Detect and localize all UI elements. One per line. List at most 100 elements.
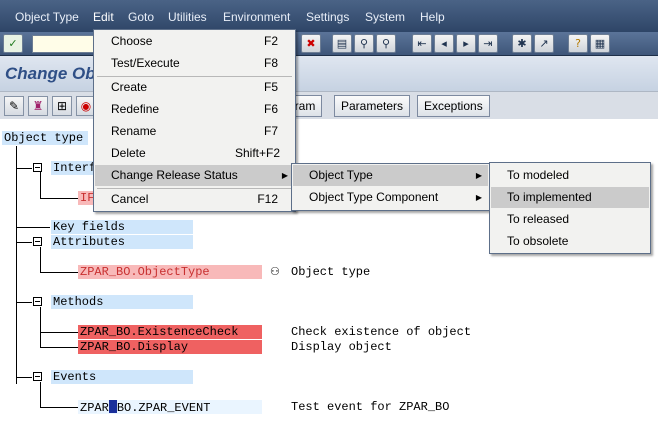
- tree-root[interactable]: Object type: [2, 131, 88, 145]
- release-status-submenu: Object Type ▶ Object Type Component ▶: [291, 163, 490, 211]
- parameters-button[interactable]: Parameters: [334, 95, 411, 117]
- enter-icon[interactable]: ✓: [3, 34, 23, 53]
- tree-node-attributes[interactable]: Attributes: [51, 235, 193, 249]
- menu-item-label: Test/Execute: [111, 56, 180, 70]
- target-status-submenu: To modeled To implemented To released To…: [489, 162, 651, 254]
- menu-item-object-type-component[interactable]: Object Type Component ▶: [293, 187, 488, 208]
- menu-item-label: Object Type: [309, 168, 373, 182]
- object-type-icon: ⚇: [270, 265, 280, 278]
- edit-menu: Choose F2 Test/Execute F8 Create F5 Rede…: [93, 29, 296, 212]
- collapse-icon[interactable]: [33, 163, 42, 172]
- menu-item-label: Object Type Component: [309, 190, 439, 204]
- menu-item-to-implemented[interactable]: To implemented: [491, 187, 649, 208]
- tree-method-item[interactable]: ZPAR_BO.ExistenceCheck: [78, 325, 262, 339]
- event-item-prefix: ZPAR: [80, 401, 109, 415]
- menu-help[interactable]: Help: [420, 10, 445, 24]
- print-icon[interactable]: ▤: [332, 34, 352, 53]
- menu-item-to-released[interactable]: To released: [491, 209, 649, 230]
- tree-line: [16, 146, 17, 384]
- generate-icon[interactable]: ♜: [28, 96, 48, 116]
- menu-item-label: Delete: [111, 146, 146, 160]
- tree-line: [16, 377, 32, 378]
- menu-item-change-release-status[interactable]: Change Release Status ▶: [95, 165, 294, 186]
- menu-item-label: Create: [111, 80, 148, 94]
- menu-item-create[interactable]: Create F5: [95, 77, 294, 98]
- menu-item-label: Change Release Status: [111, 168, 238, 182]
- last-page-icon[interactable]: ⇥: [478, 34, 498, 53]
- menu-item-test-execute[interactable]: Test/Execute F8: [95, 53, 294, 74]
- tree-node-events[interactable]: Events: [51, 370, 193, 384]
- menu-bar: Object Type Edit Goto Utilities Environm…: [0, 0, 658, 32]
- menu-utilities[interactable]: Utilities: [168, 10, 207, 24]
- menu-item-redefine[interactable]: Redefine F6: [95, 99, 294, 120]
- method-description: Check existence of object: [291, 325, 472, 339]
- attribute-description: Object type: [291, 265, 371, 279]
- tree-node-interfaces[interactable]: Interf: [51, 161, 96, 175]
- tree-node-methods[interactable]: Methods: [51, 295, 193, 309]
- prev-page-icon[interactable]: ◂: [434, 34, 454, 53]
- menu-environment[interactable]: Environment: [223, 10, 290, 24]
- menu-item-shortcut: F5: [263, 80, 278, 94]
- collapse-icon[interactable]: [33, 297, 42, 306]
- menu-item-object-type[interactable]: Object Type ▶: [293, 165, 488, 186]
- tree-attribute-item[interactable]: ZPAR_BO.ObjectType: [78, 265, 262, 279]
- text-cursor: [108, 400, 117, 413]
- shortcut-icon[interactable]: ↗: [534, 34, 554, 53]
- menu-object-type[interactable]: Object Type: [15, 10, 79, 24]
- menu-item-shortcut: F6: [263, 102, 278, 116]
- change-display-icon[interactable]: ✎: [4, 96, 24, 116]
- submenu-arrow-icon: ▶: [475, 193, 482, 202]
- menu-item-shortcut: F8: [263, 56, 278, 70]
- menu-item-cancel[interactable]: Cancel F12: [95, 189, 294, 210]
- next-page-icon[interactable]: ▸: [456, 34, 476, 53]
- tree-method-item[interactable]: ZPAR_BO.Display: [78, 340, 262, 354]
- menu-item-to-modeled[interactable]: To modeled: [491, 165, 649, 186]
- menu-item-label: To implemented: [507, 190, 592, 204]
- tree-line: [16, 302, 32, 303]
- tree-line: [40, 198, 78, 199]
- submenu-arrow-icon: ▶: [475, 171, 482, 180]
- customize-layout-icon[interactable]: ▦: [590, 34, 610, 53]
- tree-node-key-fields[interactable]: Key fields: [51, 220, 193, 234]
- first-page-icon[interactable]: ⇤: [412, 34, 432, 53]
- menu-item-label: Rename: [111, 124, 157, 138]
- create-session-icon[interactable]: ✱: [512, 34, 532, 53]
- menu-item-delete[interactable]: Delete Shift+F2: [95, 143, 294, 164]
- menu-item-to-obsolete[interactable]: To obsolete: [491, 231, 649, 252]
- tree-line: [40, 247, 41, 273]
- help-icon[interactable]: ?: [568, 34, 588, 53]
- find-icon[interactable]: ⚲: [354, 34, 374, 53]
- tree-line: [40, 332, 78, 333]
- menu-item-label: To released: [507, 212, 570, 226]
- find-next-icon[interactable]: ⚲: [376, 34, 396, 53]
- exceptions-button[interactable]: Exceptions: [417, 95, 490, 117]
- menu-item-label: To modeled: [507, 168, 570, 182]
- hierarchy-icon[interactable]: ⊞: [52, 96, 72, 116]
- tree-interface-item[interactable]: IF: [78, 191, 94, 205]
- menu-item-shortcut: F12: [257, 192, 278, 206]
- tree-line: [40, 307, 41, 348]
- method-description: Display object: [291, 340, 392, 354]
- menu-item-rename[interactable]: Rename F7: [95, 121, 294, 142]
- tree-line: [16, 242, 32, 243]
- tree-line: [16, 168, 32, 169]
- tree-event-item[interactable]: ZPAR BO.ZPAR_EVENT: [78, 400, 262, 415]
- menu-goto[interactable]: Goto: [128, 10, 154, 24]
- tree-line: [40, 347, 78, 348]
- submenu-arrow-icon: ▶: [281, 171, 288, 180]
- menu-item-shortcut: F7: [263, 124, 278, 138]
- menu-item-label: Redefine: [111, 102, 160, 116]
- page-title: Change Ob: [5, 64, 96, 83]
- menu-settings[interactable]: Settings: [306, 10, 349, 24]
- menu-item-shortcut: F2: [263, 34, 278, 48]
- collapse-icon[interactable]: [33, 372, 42, 381]
- menu-item-label: Choose: [111, 34, 153, 48]
- menu-system[interactable]: System: [365, 10, 405, 24]
- collapse-icon[interactable]: [33, 237, 42, 246]
- menu-edit[interactable]: Edit: [93, 10, 114, 24]
- menu-item-choose[interactable]: Choose F2: [95, 31, 294, 52]
- command-field[interactable]: [32, 35, 94, 53]
- event-item-suffix: BO.ZPAR_EVENT: [116, 401, 211, 415]
- menu-item-shortcut: Shift+F2: [234, 146, 280, 160]
- cancel-icon[interactable]: ✖: [301, 34, 321, 53]
